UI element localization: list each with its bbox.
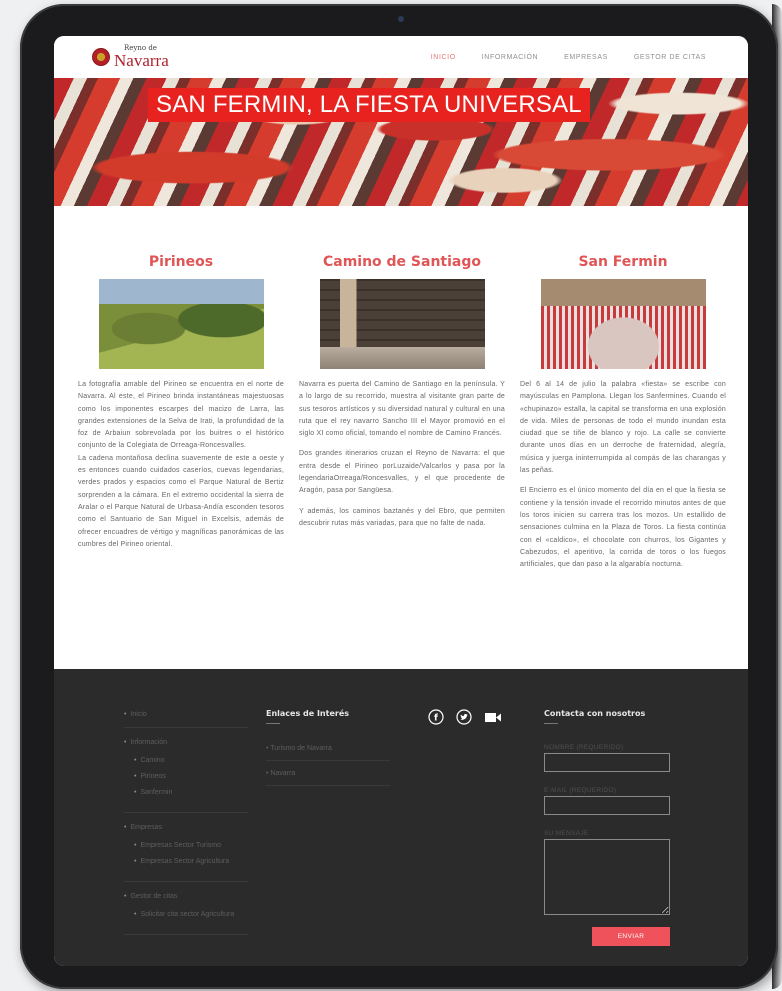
site-footer: • Inicio • Información • Camino • Pirineos •… (54, 669, 748, 966)
footer-menu-informacion[interactable]: • Información • Camino • Pirineos • Sanfermi… (124, 737, 248, 813)
link-label: Navarra (270, 770, 296, 777)
submenu-label: Sanfermin (140, 789, 173, 796)
column-paragraph: La fotografía amable del Pirineo se encu… (78, 381, 284, 450)
coat-of-arms-icon (92, 48, 110, 66)
nav-gestor-de-citas[interactable]: GESTOR DE CITAS (634, 54, 706, 61)
footer-link-label: Gestor de citas (130, 893, 178, 900)
submenu-item[interactable]: • Solicitar cita sector Agricultura (134, 909, 248, 920)
column-paragraph: Del 6 al 14 de julio la palabra «fiesta»… (520, 381, 726, 475)
column-paragraph: El Encierro es el único momento del día … (520, 487, 726, 569)
footer-links: Enlaces de Interés • Turismo de Navarra … (266, 709, 390, 794)
bullet: • (134, 757, 137, 764)
site-logo[interactable]: Reyno de Navarra (92, 45, 169, 69)
column-title: San Fermin (578, 254, 668, 270)
column-paragraph: Navarra es puerta del Camino de Santiago… (299, 381, 505, 438)
bullet: • (134, 858, 137, 865)
logo-big-text: Navarra (114, 51, 169, 70)
tablet-edge (772, 4, 782, 989)
submenu-item[interactable]: • Empresas Sector Turismo (134, 840, 248, 851)
message-label: SU MENSAJE (544, 830, 589, 837)
name-label: NOMBRE (REQUERIDO) (544, 744, 624, 751)
footer-menu: • Inicio • Información • Camino • Pirineos •… (124, 709, 248, 944)
column-paragraph: Y además, los caminos baztanés y del Ebr… (299, 507, 505, 527)
submenu-label: Empresas Sector Turismo (140, 842, 221, 849)
heading-divider (544, 723, 558, 724)
footer-menu-empresas[interactable]: • Empresas • Empresas Sector Turismo • Empr… (124, 822, 248, 882)
column-paragraph: La cadena montañosa declina suavemente d… (78, 454, 284, 548)
social-icons: f (428, 709, 502, 729)
nav-informacion[interactable]: INFORMACIÓN (482, 54, 538, 61)
column-san-fermin: San Fermin Del 6 al 14 de julio la palab… (520, 254, 726, 670)
footer-menu-gestor[interactable]: • Gestor de citas • Solicitar cita sector … (124, 891, 248, 935)
site-header: Reyno de Navarra INICIO INFORMACIÓN EMPR… (54, 36, 748, 78)
submenu-label: Pirineos (140, 773, 166, 780)
footer-link-label: Empresas (130, 824, 162, 831)
footer-link-label: Inicio (130, 711, 147, 718)
link-navarra[interactable]: • Navarra (266, 769, 390, 786)
bullet: • (134, 842, 137, 849)
footer-menu-inicio[interactable]: • Inicio (124, 709, 248, 728)
contact-heading: Contacta con nosotros (544, 709, 646, 718)
submenu-label: Empresas Sector Agricultura (140, 858, 230, 865)
bullet: • (134, 773, 137, 780)
submenu-item[interactable]: • Pirineos (134, 771, 248, 782)
send-button[interactable]: ENVIAR (592, 927, 670, 946)
column-camino: Camino de Santiago Navarra es puerta del… (299, 254, 505, 670)
bullet: • (134, 911, 137, 918)
contact-form: Contacta con nosotros NOMBRE (REQUERIDO)… (544, 709, 672, 946)
name-field[interactable] (544, 753, 670, 772)
heading-divider (266, 723, 280, 724)
twitter-icon[interactable] (456, 709, 472, 729)
video-camera-icon[interactable] (484, 709, 502, 729)
column-paragraph: Dos grandes itinerarios cruzan el Reyno … (299, 450, 505, 495)
svg-text:f: f (434, 714, 438, 724)
submenu: • Empresas Sector Turismo • Empresas Secto… (124, 840, 248, 867)
bullet: • (124, 824, 127, 831)
submenu: • Camino • Pirineos • Sanfermin (124, 755, 248, 798)
content-columns: Pirineos La fotografía amable del Pirine… (54, 206, 748, 670)
links-heading: Enlaces de Interés (266, 709, 350, 718)
submenu-item[interactable]: • Sanfermin (134, 787, 248, 798)
browser-screen: Reyno de Navarra INICIO INFORMACIÓN EMPR… (54, 36, 748, 966)
tablet-frame: Reyno de Navarra INICIO INFORMACIÓN EMPR… (20, 4, 782, 989)
submenu-label: Solicitar cita sector Agricultura (140, 911, 235, 918)
camino-image (319, 279, 485, 369)
column-title: Camino de Santiago (322, 254, 482, 270)
pirineos-image (98, 279, 264, 369)
message-field[interactable] (544, 839, 670, 915)
main-nav: INICIO INFORMACIÓN EMPRESAS GESTOR DE CI… (431, 54, 706, 61)
logo-text: Reyno de Navarra (114, 45, 169, 70)
camera-icon (398, 16, 404, 22)
column-title: Pirineos (148, 254, 214, 270)
column-pirineos: Pirineos La fotografía amable del Pirine… (78, 254, 284, 670)
submenu-item[interactable]: • Camino (134, 755, 248, 766)
submenu-item[interactable]: • Empresas Sector Agricultura (134, 856, 248, 867)
bullet: • (124, 739, 127, 746)
email-field[interactable] (544, 796, 670, 815)
facebook-icon[interactable]: f (428, 709, 444, 729)
link-turismo-navarra[interactable]: • Turismo de Navarra (266, 744, 390, 761)
san-fermin-image (540, 279, 706, 369)
bullet: • (124, 711, 127, 718)
email-label: E-MAIL (REQUERIDO) (544, 787, 617, 794)
nav-empresas[interactable]: EMPRESAS (564, 54, 608, 61)
bullet: • (134, 789, 137, 796)
hero-banner: SAN FERMIN, LA FIESTA UNIVERSAL (54, 78, 748, 206)
nav-inicio[interactable]: INICIO (431, 54, 456, 61)
link-label: Turismo de Navarra (270, 745, 332, 752)
submenu-label: Camino (140, 757, 165, 764)
submenu: • Solicitar cita sector Agricultura (124, 909, 248, 920)
bullet: • (124, 893, 127, 900)
footer-link-label: Información (130, 739, 168, 746)
hero-title: SAN FERMIN, LA FIESTA UNIVERSAL (148, 88, 590, 122)
